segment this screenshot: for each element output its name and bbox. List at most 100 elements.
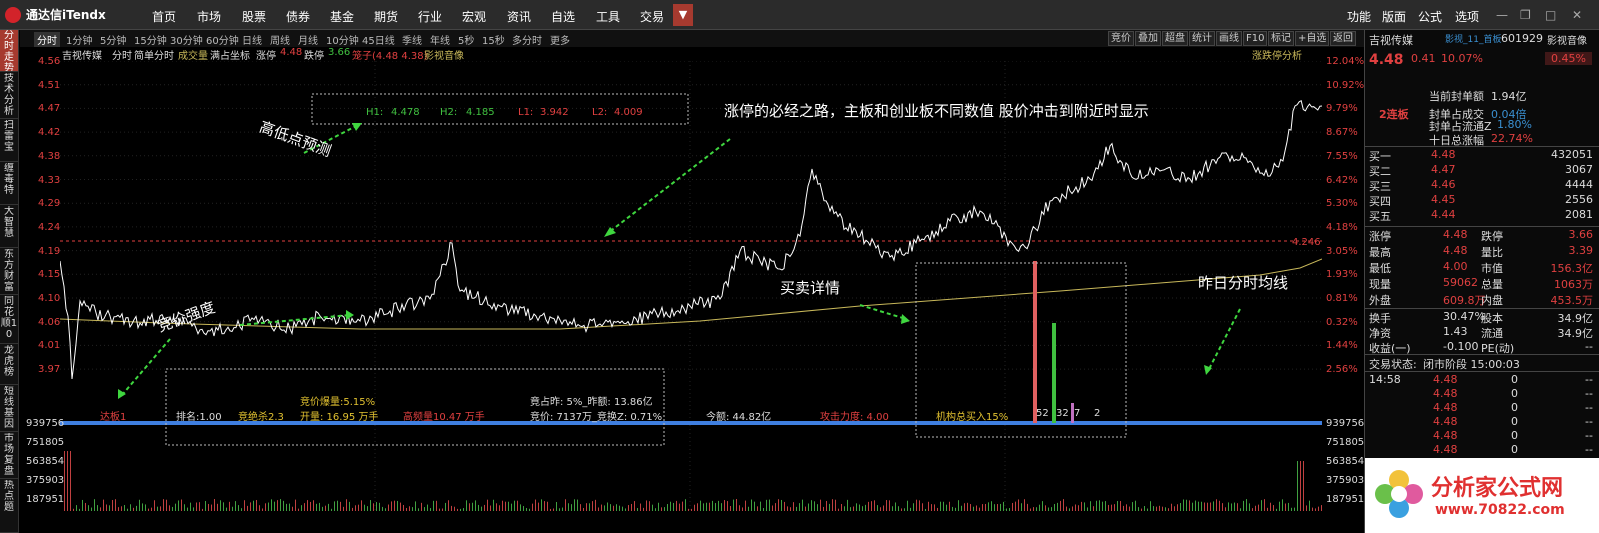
- vol-right-4: 187951: [1326, 494, 1365, 505]
- period-15s[interactable]: 15秒: [482, 32, 505, 47]
- sidebar-item-longhu[interactable]: 龙虎榜: [0, 345, 18, 385]
- vol-left-4: 187951: [26, 494, 65, 505]
- y-right-label: 8.67%: [1326, 127, 1358, 139]
- restore-icon[interactable]: ❐: [1520, 8, 1531, 22]
- close-icon[interactable]: ✕: [1572, 8, 1582, 22]
- minimize-icon[interactable]: —: [1496, 8, 1508, 22]
- menu-macro[interactable]: 宏观: [462, 8, 486, 25]
- btn-auction[interactable]: 竞价: [1108, 31, 1134, 46]
- h2-value: 4.185: [466, 107, 495, 118]
- menu-fund[interactable]: 基金: [330, 8, 354, 25]
- intraday-chart: [60, 61, 1322, 511]
- buy-cell: 买二: [1369, 165, 1391, 178]
- period-1min[interactable]: 1分钟: [66, 32, 92, 47]
- stat-cell: 跌停: [1481, 230, 1503, 243]
- stat-cell: 总量: [1481, 278, 1503, 291]
- btn-draw[interactable]: 画线: [1216, 31, 1242, 46]
- sidebar-item-tonghuashun[interactable]: 同花顺10: [0, 296, 18, 344]
- rp-status-label: 交易状态:: [1369, 358, 1417, 371]
- menu-tools[interactable]: 工具: [596, 8, 620, 25]
- buy-cell: 买五: [1369, 210, 1391, 223]
- sidebar-item-dongfang[interactable]: 东方财富: [0, 249, 18, 295]
- period-quarter[interactable]: 季线: [402, 32, 422, 47]
- stat-cell: 外盘: [1369, 294, 1391, 307]
- buy-cell: 买一: [1369, 150, 1391, 163]
- menu-formula[interactable]: 公式: [1418, 8, 1442, 25]
- period-45day[interactable]: 45日线: [362, 32, 395, 47]
- menu-trade[interactable]: 交易: [640, 8, 664, 25]
- rp-chg: 0.41: [1411, 52, 1436, 65]
- btn-mark[interactable]: 标记: [1268, 31, 1294, 46]
- bzl-text: 竞价爆量:5.15%: [300, 397, 376, 408]
- menu-function[interactable]: 功能: [1347, 8, 1371, 25]
- dalian-text: 达板1: [100, 412, 127, 423]
- stat2-cell: 股本: [1481, 312, 1503, 325]
- btn-superdisk[interactable]: 超盘: [1162, 31, 1188, 46]
- sidebar-item-redian[interactable]: 热点题: [0, 480, 18, 533]
- sidebar-item-duanxian[interactable]: 短线基因: [0, 386, 18, 432]
- dropdown-icon[interactable]: ▼: [673, 4, 693, 26]
- menu-news[interactable]: 资讯: [507, 8, 531, 25]
- y-left-label: 4.15: [38, 269, 61, 281]
- btn-back[interactable]: 返回: [1330, 31, 1356, 46]
- menu-watchlist[interactable]: 自选: [551, 8, 575, 25]
- h1-value: 4.478: [391, 107, 420, 118]
- stat-cell: 市值: [1481, 262, 1503, 275]
- fbl-text: 高频量10.47 万手: [403, 412, 485, 423]
- period-more[interactable]: 更多: [550, 32, 570, 47]
- period-5min[interactable]: 5分钟: [100, 32, 126, 47]
- period-month[interactable]: 月线: [298, 32, 318, 47]
- y-right-label: 6.42%: [1326, 174, 1358, 186]
- period-week[interactable]: 周线: [270, 32, 290, 47]
- btn-f10[interactable]: F10: [1243, 31, 1268, 46]
- period-year[interactable]: 年线: [430, 32, 450, 47]
- je-text: 今额: 44.82亿: [706, 412, 772, 423]
- sidebar-item-dazhihui[interactable]: 大智慧: [0, 206, 18, 248]
- menu-bond[interactable]: 债券: [286, 8, 310, 25]
- period-60min[interactable]: 60分钟: [206, 32, 239, 47]
- vol-right-0: 939756: [1326, 418, 1365, 429]
- period-multi[interactable]: 多分时: [512, 32, 542, 47]
- period-5s[interactable]: 5秒: [458, 32, 474, 47]
- tick-cell: 0: [1511, 443, 1518, 456]
- period-fenshi[interactable]: 分时: [34, 32, 60, 47]
- tick-cell: --: [1585, 373, 1593, 386]
- period-15min[interactable]: 15分钟: [134, 32, 167, 47]
- menu-industry[interactable]: 行业: [418, 8, 442, 25]
- menu-market[interactable]: 市场: [197, 8, 221, 25]
- period-day[interactable]: 日线: [242, 32, 262, 47]
- limit-analysis-link[interactable]: 涨跌停分析: [1252, 47, 1302, 62]
- menu-options[interactable]: 选项: [1455, 8, 1479, 25]
- open-vol-text: 开量: 16.95 万手: [300, 412, 379, 423]
- sidebar-item-fupan[interactable]: 市场复盘: [0, 433, 18, 479]
- annotation-arrows: [121, 124, 1241, 396]
- left-sidebar: 分时走势 技术分析 扫雷宝 缠毒特 大智慧 东方财富 同花顺10 龙虎榜 短线基…: [0, 30, 19, 533]
- h1-label: H1:: [366, 107, 384, 118]
- buy-cell: 4.45: [1431, 193, 1456, 206]
- menu-bar: 通达信iTendx 首页 市场 股票 债券 基金 期货 行业 宏观 资讯 自选 …: [0, 0, 1599, 30]
- menu-layout[interactable]: 版面: [1382, 8, 1406, 25]
- sidebar-item-chandu[interactable]: 缠毒特: [0, 163, 18, 205]
- y-left-label: 4.01: [38, 340, 61, 352]
- sidebar-item-fenshi[interactable]: 分时走势: [0, 30, 18, 72]
- period-30min[interactable]: 30分钟: [170, 32, 203, 47]
- tick-cell: 0: [1511, 429, 1518, 442]
- stat2-cell: 34.9亿: [1557, 312, 1594, 325]
- sidebar-item-saolei[interactable]: 扫雷宝: [0, 120, 18, 162]
- sidebar-item-jishu[interactable]: 技术分析: [0, 73, 18, 119]
- btn-add-watch[interactable]: +自选: [1295, 31, 1330, 46]
- period-10min[interactable]: 10分钟: [326, 32, 359, 47]
- cage-label: 笼子(4.48 4.38): [352, 51, 428, 62]
- zt-value: 4.48: [280, 47, 303, 58]
- btn-overlay[interactable]: 叠加: [1135, 31, 1161, 46]
- watermark-logo: 分析家公式网 www.70822.com: [1365, 458, 1599, 533]
- tick-cell: 4.48: [1433, 443, 1458, 456]
- buy-cell: 3067: [1565, 163, 1593, 176]
- menu-stock[interactable]: 股票: [242, 8, 266, 25]
- maximize-icon[interactable]: □: [1545, 8, 1556, 22]
- menu-home[interactable]: 首页: [152, 8, 176, 25]
- vol-right-2: 563854: [1326, 456, 1365, 467]
- n3-text: 7: [1074, 408, 1081, 419]
- btn-stats[interactable]: 统计: [1189, 31, 1215, 46]
- menu-futures[interactable]: 期货: [374, 8, 398, 25]
